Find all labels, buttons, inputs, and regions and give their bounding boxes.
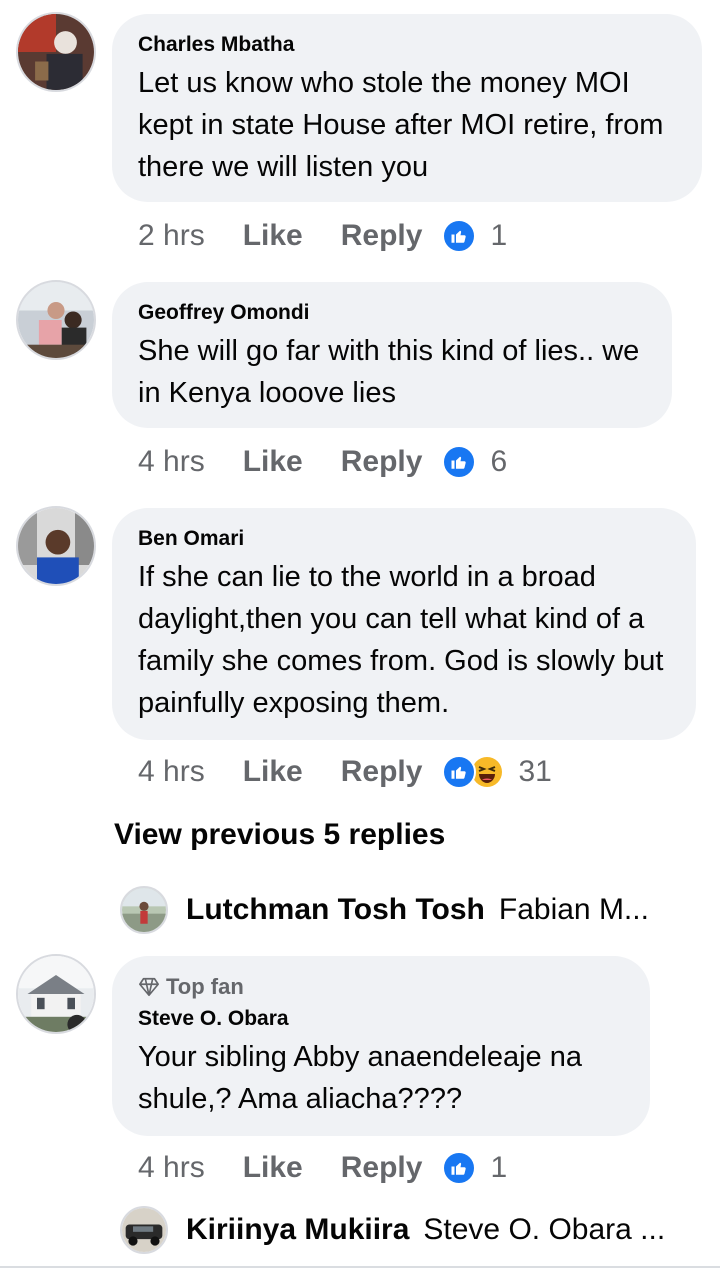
like-reaction-icon xyxy=(442,219,477,253)
profile-photo-icon xyxy=(18,14,94,90)
comment-time[interactable]: 4 hrs xyxy=(138,445,205,479)
avatar-kiriinya-mukiira[interactable] xyxy=(120,1206,168,1254)
reaction-count: 6 xyxy=(490,445,508,478)
reaction-count: 1 xyxy=(490,1151,508,1184)
reactions-summary[interactable]: 1 xyxy=(442,219,507,253)
comment-author[interactable]: Geoffrey Omondi xyxy=(138,300,646,326)
reactions-summary[interactable]: 1 xyxy=(442,1151,507,1185)
reply-author: Lutchman Tosh Tosh xyxy=(186,893,485,926)
comment-text: If she can lie to the world in a broad d… xyxy=(138,561,664,719)
comment-bubble: Top fan Steve O. Obara Your sibling Abby… xyxy=(112,956,650,1136)
profile-photo-icon xyxy=(18,282,94,358)
reply-snippet: Fabian M... xyxy=(498,893,649,926)
comment-author[interactable]: Steve O. Obara xyxy=(138,1006,624,1032)
reaction-count: 1 xyxy=(490,219,508,252)
comment-time[interactable]: 4 hrs xyxy=(138,1151,205,1185)
comment-time[interactable]: 2 hrs xyxy=(138,219,205,253)
profile-photo-icon xyxy=(18,508,94,584)
reply-button[interactable]: Reply xyxy=(341,1151,423,1185)
comment-bubble: Charles Mbatha Let us know who stole the… xyxy=(112,14,702,202)
comment-actions: 4 hrs Like Reply 31 xyxy=(138,752,552,792)
reply-button[interactable]: Reply xyxy=(341,445,423,479)
reply-snippet: Steve O. Obara ... xyxy=(423,1213,666,1246)
reaction-count: 31 xyxy=(518,755,552,788)
comment-time[interactable]: 4 hrs xyxy=(138,755,205,789)
divider xyxy=(0,1266,720,1268)
comment-actions: 4 hrs Like Reply 1 xyxy=(138,1148,507,1188)
like-button[interactable]: Like xyxy=(243,755,303,789)
comment-author[interactable]: Charles Mbatha xyxy=(138,32,676,58)
like-button[interactable]: Like xyxy=(243,1151,303,1185)
profile-photo-icon xyxy=(18,956,94,1032)
profile-photo-icon xyxy=(122,1208,166,1252)
reactions-summary[interactable]: 31 xyxy=(442,755,552,789)
reply-preview[interactable]: Kiriinya Mukiira Steve O. Obara ... xyxy=(120,1206,665,1254)
like-button[interactable]: Like xyxy=(243,445,303,479)
avatar-ben-omari[interactable] xyxy=(16,506,96,586)
comment-text: She will go far with this kind of lies..… xyxy=(138,335,640,409)
comment-bubble: Geoffrey Omondi She will go far with thi… xyxy=(112,282,672,428)
profile-photo-icon xyxy=(122,888,166,932)
reply-button[interactable]: Reply xyxy=(341,755,423,789)
top-fan-label: Top fan xyxy=(166,974,244,999)
like-button[interactable]: Like xyxy=(243,219,303,253)
view-previous-replies-link[interactable]: View previous 5 replies xyxy=(114,818,445,852)
comment-text: Your sibling Abby anaendeleaje na shule,… xyxy=(138,1041,582,1115)
diamond-icon xyxy=(139,977,159,997)
reply-preview[interactable]: Lutchman Tosh Tosh Fabian M... xyxy=(120,886,649,934)
like-reaction-icon xyxy=(442,1151,477,1185)
avatar-steve-obara[interactable] xyxy=(16,954,96,1034)
comment-actions: 4 hrs Like Reply 6 xyxy=(138,442,507,482)
reply-author: Kiriinya Mukiira xyxy=(186,1213,410,1246)
like-reaction-icon xyxy=(442,445,477,479)
comment-bubble: Ben Omari If she can lie to the world in… xyxy=(112,508,696,740)
avatar-charles-mbatha[interactable] xyxy=(16,12,96,92)
avatar-lutchman-tosh-tosh[interactable] xyxy=(120,886,168,934)
reply-button[interactable]: Reply xyxy=(341,219,423,253)
like-reaction-icon xyxy=(442,755,477,789)
reactions-summary[interactable]: 6 xyxy=(442,445,507,479)
comment-author[interactable]: Ben Omari xyxy=(138,526,670,552)
comment-actions: 2 hrs Like Reply 1 xyxy=(138,216,507,256)
avatar-geoffrey-omondi[interactable] xyxy=(16,280,96,360)
top-fan-badge: Top fan xyxy=(138,974,624,1000)
comment-text: Let us know who stole the money MOI kept… xyxy=(138,67,664,183)
